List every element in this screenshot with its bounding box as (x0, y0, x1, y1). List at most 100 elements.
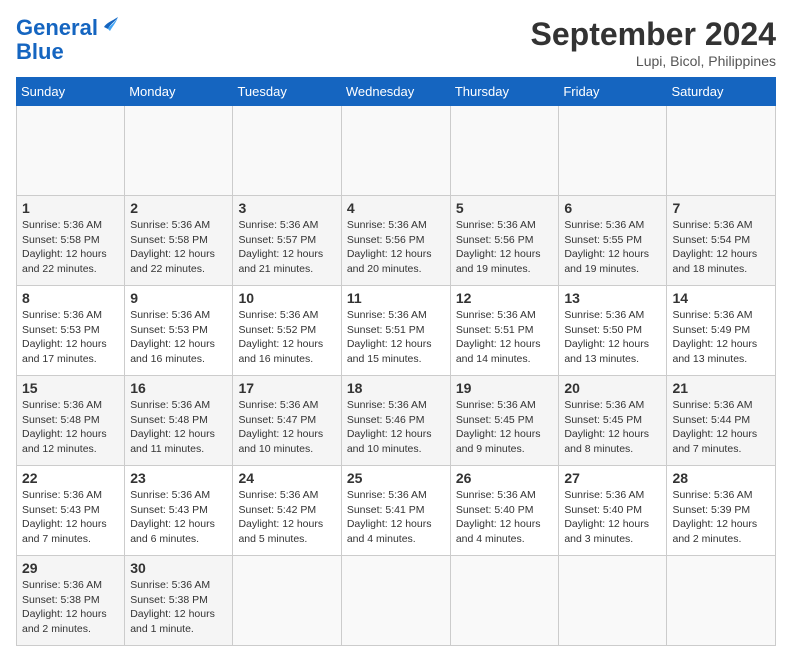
day-number: 26 (456, 470, 554, 486)
day-number: 22 (22, 470, 119, 486)
table-cell-day25: 25 Sunrise: 5:36 AMSunset: 5:41 PMDaylig… (341, 466, 450, 556)
day-detail: Sunrise: 5:36 AMSunset: 5:48 PMDaylight:… (22, 399, 107, 455)
table-cell-day7: 7 Sunrise: 5:36 AMSunset: 5:54 PMDayligh… (667, 196, 776, 286)
day-number: 14 (672, 290, 770, 306)
day-detail: Sunrise: 5:36 AMSunset: 5:44 PMDaylight:… (672, 399, 757, 455)
logo-text: General (16, 16, 98, 40)
table-cell-day19: 19 Sunrise: 5:36 AMSunset: 5:45 PMDaylig… (450, 376, 559, 466)
day-detail: Sunrise: 5:36 AMSunset: 5:56 PMDaylight:… (347, 219, 432, 275)
table-cell-empty (450, 556, 559, 646)
table-cell-day24: 24 Sunrise: 5:36 AMSunset: 5:42 PMDaylig… (233, 466, 341, 556)
col-sunday: Sunday (17, 78, 125, 106)
table-cell-empty (17, 106, 125, 196)
table-cell-day8: 8 Sunrise: 5:36 AMSunset: 5:53 PMDayligh… (17, 286, 125, 376)
day-number: 13 (564, 290, 661, 306)
day-detail: Sunrise: 5:36 AMSunset: 5:38 PMDaylight:… (22, 579, 107, 635)
table-cell-day12: 12 Sunrise: 5:36 AMSunset: 5:51 PMDaylig… (450, 286, 559, 376)
logo-text2: Blue (16, 40, 64, 64)
table-cell-day22: 22 Sunrise: 5:36 AMSunset: 5:43 PMDaylig… (17, 466, 125, 556)
table-cell-empty (341, 106, 450, 196)
day-number: 10 (238, 290, 335, 306)
table-row: 29 Sunrise: 5:36 AMSunset: 5:38 PMDaylig… (17, 556, 776, 646)
day-number: 12 (456, 290, 554, 306)
day-detail: Sunrise: 5:36 AMSunset: 5:53 PMDaylight:… (130, 309, 215, 365)
table-cell-day17: 17 Sunrise: 5:36 AMSunset: 5:47 PMDaylig… (233, 376, 341, 466)
header: General Blue September 2024 Lupi, Bicol,… (16, 16, 776, 69)
table-cell-empty (667, 556, 776, 646)
day-number: 28 (672, 470, 770, 486)
day-detail: Sunrise: 5:36 AMSunset: 5:45 PMDaylight:… (456, 399, 541, 455)
day-detail: Sunrise: 5:36 AMSunset: 5:38 PMDaylight:… (130, 579, 215, 635)
table-cell-day9: 9 Sunrise: 5:36 AMSunset: 5:53 PMDayligh… (125, 286, 233, 376)
day-number: 24 (238, 470, 335, 486)
table-row (17, 106, 776, 196)
day-detail: Sunrise: 5:36 AMSunset: 5:43 PMDaylight:… (22, 489, 107, 545)
day-number: 1 (22, 200, 119, 216)
table-cell-empty (450, 106, 559, 196)
day-number: 7 (672, 200, 770, 216)
day-detail: Sunrise: 5:36 AMSunset: 5:54 PMDaylight:… (672, 219, 757, 275)
table-cell-day6: 6 Sunrise: 5:36 AMSunset: 5:55 PMDayligh… (559, 196, 667, 286)
day-detail: Sunrise: 5:36 AMSunset: 5:58 PMDaylight:… (130, 219, 215, 275)
table-cell-day20: 20 Sunrise: 5:36 AMSunset: 5:45 PMDaylig… (559, 376, 667, 466)
day-number: 21 (672, 380, 770, 396)
table-cell-day16: 16 Sunrise: 5:36 AMSunset: 5:48 PMDaylig… (125, 376, 233, 466)
table-cell-empty (233, 556, 341, 646)
table-cell-day28: 28 Sunrise: 5:36 AMSunset: 5:39 PMDaylig… (667, 466, 776, 556)
day-number: 3 (238, 200, 335, 216)
day-number: 2 (130, 200, 227, 216)
table-cell-day26: 26 Sunrise: 5:36 AMSunset: 5:40 PMDaylig… (450, 466, 559, 556)
day-detail: Sunrise: 5:36 AMSunset: 5:55 PMDaylight:… (564, 219, 649, 275)
day-number: 27 (564, 470, 661, 486)
table-row: 1 Sunrise: 5:36 AMSunset: 5:58 PMDayligh… (17, 196, 776, 286)
table-cell-empty (667, 106, 776, 196)
table-cell-day3: 3 Sunrise: 5:36 AMSunset: 5:57 PMDayligh… (233, 196, 341, 286)
day-detail: Sunrise: 5:36 AMSunset: 5:50 PMDaylight:… (564, 309, 649, 365)
day-number: 15 (22, 380, 119, 396)
day-detail: Sunrise: 5:36 AMSunset: 5:39 PMDaylight:… (672, 489, 757, 545)
table-cell-day2: 2 Sunrise: 5:36 AMSunset: 5:58 PMDayligh… (125, 196, 233, 286)
table-cell-day15: 15 Sunrise: 5:36 AMSunset: 5:48 PMDaylig… (17, 376, 125, 466)
col-friday: Friday (559, 78, 667, 106)
table-cell-day14: 14 Sunrise: 5:36 AMSunset: 5:49 PMDaylig… (667, 286, 776, 376)
table-cell-day1: 1 Sunrise: 5:36 AMSunset: 5:58 PMDayligh… (17, 196, 125, 286)
day-detail: Sunrise: 5:36 AMSunset: 5:40 PMDaylight:… (564, 489, 649, 545)
day-number: 25 (347, 470, 445, 486)
day-detail: Sunrise: 5:36 AMSunset: 5:57 PMDaylight:… (238, 219, 323, 275)
table-row: 22 Sunrise: 5:36 AMSunset: 5:43 PMDaylig… (17, 466, 776, 556)
logo: General Blue (16, 16, 122, 64)
col-thursday: Thursday (450, 78, 559, 106)
table-cell-empty (233, 106, 341, 196)
table-cell-day21: 21 Sunrise: 5:36 AMSunset: 5:44 PMDaylig… (667, 376, 776, 466)
col-monday: Monday (125, 78, 233, 106)
table-cell-day29: 29 Sunrise: 5:36 AMSunset: 5:38 PMDaylig… (17, 556, 125, 646)
table-cell-day4: 4 Sunrise: 5:36 AMSunset: 5:56 PMDayligh… (341, 196, 450, 286)
logo-bird-icon (100, 13, 122, 35)
day-detail: Sunrise: 5:36 AMSunset: 5:43 PMDaylight:… (130, 489, 215, 545)
table-row: 8 Sunrise: 5:36 AMSunset: 5:53 PMDayligh… (17, 286, 776, 376)
day-detail: Sunrise: 5:36 AMSunset: 5:45 PMDaylight:… (564, 399, 649, 455)
table-cell-empty (559, 106, 667, 196)
day-number: 30 (130, 560, 227, 576)
day-detail: Sunrise: 5:36 AMSunset: 5:51 PMDaylight:… (456, 309, 541, 365)
col-saturday: Saturday (667, 78, 776, 106)
day-number: 4 (347, 200, 445, 216)
table-cell-day27: 27 Sunrise: 5:36 AMSunset: 5:40 PMDaylig… (559, 466, 667, 556)
day-number: 11 (347, 290, 445, 306)
table-cell-empty (341, 556, 450, 646)
day-detail: Sunrise: 5:36 AMSunset: 5:52 PMDaylight:… (238, 309, 323, 365)
day-number: 16 (130, 380, 227, 396)
calendar-table: Sunday Monday Tuesday Wednesday Thursday… (16, 77, 776, 646)
day-number: 8 (22, 290, 119, 306)
day-number: 18 (347, 380, 445, 396)
day-detail: Sunrise: 5:36 AMSunset: 5:51 PMDaylight:… (347, 309, 432, 365)
day-number: 23 (130, 470, 227, 486)
table-cell-day10: 10 Sunrise: 5:36 AMSunset: 5:52 PMDaylig… (233, 286, 341, 376)
location: Lupi, Bicol, Philippines (531, 53, 776, 69)
day-detail: Sunrise: 5:36 AMSunset: 5:58 PMDaylight:… (22, 219, 107, 275)
col-wednesday: Wednesday (341, 78, 450, 106)
calendar-header-row: Sunday Monday Tuesday Wednesday Thursday… (17, 78, 776, 106)
day-detail: Sunrise: 5:36 AMSunset: 5:56 PMDaylight:… (456, 219, 541, 275)
month-title: September 2024 (531, 16, 776, 53)
day-detail: Sunrise: 5:36 AMSunset: 5:46 PMDaylight:… (347, 399, 432, 455)
